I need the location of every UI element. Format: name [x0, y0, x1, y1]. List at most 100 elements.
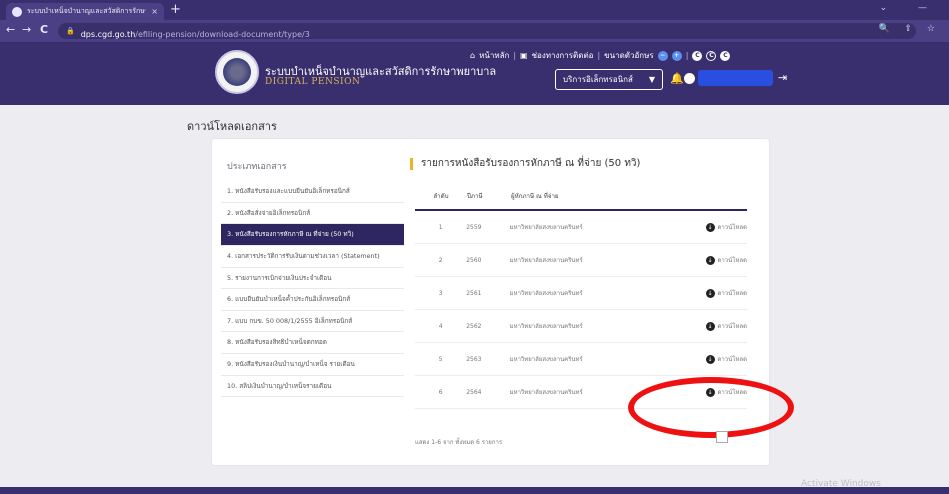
col-header-year: ปีภาษี	[467, 193, 483, 200]
browser-tab[interactable]: ระบบบำเหน็จบำนาญและสวัสดิการรักษาพยาบาล …	[6, 3, 164, 20]
download-icon: ↓	[705, 288, 715, 298]
table-row: 3 2561 มหาวิทยาลัยสงขลานครินทร์ ↓ ดาวน์โหลด	[415, 277, 747, 310]
cell-no: 6	[438, 388, 443, 396]
contrast-yellow-icon[interactable]: C	[720, 50, 731, 61]
back-icon[interactable]: ←	[6, 23, 15, 36]
cell-year: 2563	[466, 355, 482, 363]
sidebar-item[interactable]: 4. เอกสารประวัติการรับเงินตามช่วงเวลา (S…	[221, 246, 404, 268]
home-link[interactable]: หน้าหลัก	[479, 49, 509, 62]
link-separator: |	[513, 51, 517, 60]
download-button[interactable]: ↓ ดาวน์โหลด	[652, 288, 748, 298]
link-separator: |	[597, 51, 601, 60]
table-header: ลำดับ ปีภาษี ผู้หักภาษี ณ ที่จ่าย	[415, 183, 747, 211]
browser-address-bar: ← → C 🔒 dps.cgd.go.th/efiling-pension/do…	[0, 20, 949, 42]
cell-no: 4	[438, 322, 443, 330]
table-row: 4 2562 มหาวิทยาลัยสงขลานครินทร์ ↓ ดาวน์โหลด	[415, 310, 747, 343]
browser-toolbar-icons[interactable]: 🔍 ⇪ ☆	[878, 24, 941, 34]
font-decrease-icon[interactable]: −	[657, 50, 668, 61]
contact-icon: ▣	[520, 51, 528, 60]
bell-icon[interactable]: 🔔	[670, 72, 684, 85]
cell-year: 2564	[466, 388, 482, 396]
cell-payer: มหาวิทยาลัยสงขลานครินทร์	[509, 389, 583, 396]
cell-year: 2560	[466, 256, 482, 264]
cell-year: 2559	[466, 223, 482, 231]
sidebar-item[interactable]: 8. หนังสือรับรองสิทธิบำเหน็จตกทอด	[221, 332, 404, 355]
logout-icon[interactable]: ⇥	[778, 71, 787, 84]
download-button[interactable]: ↓ ดาวน์โหลด	[652, 321, 748, 331]
download-icon: ↓	[705, 321, 715, 331]
url-field[interactable]: 🔒 dps.cgd.go.th/efiling-pension/download…	[58, 23, 916, 39]
eservice-label: บริการอิเล็กทรอนิกส์	[563, 75, 633, 84]
cell-year: 2561	[466, 289, 482, 297]
new-tab-button[interactable]: +	[170, 2, 181, 17]
chevron-down-icon: ▼	[648, 75, 655, 84]
font-increase-icon[interactable]: +	[671, 50, 682, 61]
sidebar-item[interactable]: 6. แบบยืนยันบำเหน็จค้ำประกันอิเล็กทรอนิก…	[221, 289, 404, 311]
table-row: 1 2559 มหาวิทยาลัยสงขลานครินทร์ ↓ ดาวน์โหลด	[415, 211, 747, 244]
sidebar-item[interactable]: 10. สลิปเงินบำนาญ/บำเหน็จรายเดือน	[221, 376, 404, 398]
contrast-normal-icon[interactable]: C	[692, 50, 703, 61]
certificate-table: ลำดับ ปีภาษี ผู้หักภาษี ณ ที่จ่าย 1 2559 ม…	[415, 183, 747, 409]
small-checkbox[interactable]	[716, 431, 728, 443]
top-links: ⌂ หน้าหลัก | ▣ ช่องทางการติดต่อ | ขนาดตั…	[470, 49, 731, 62]
tab-close-icon[interactable]: ×	[151, 7, 158, 16]
sidebar-item[interactable]: 1. หนังสือรับรองและแบบยืนยันอิเล็กทรอนิก…	[221, 181, 404, 203]
user-icon	[684, 73, 695, 84]
url-path: /efiling-pension/download-document/type/…	[135, 29, 310, 39]
contact-link[interactable]: ช่องทางการติดต่อ	[532, 49, 594, 62]
download-icon: ↓	[705, 222, 715, 232]
sidebar-item[interactable]: 7. แบบ กบข. 50 008/1/2555 อิเล็กทรอนิกส์	[221, 311, 404, 333]
download-button[interactable]: ↓ ดาวน์โหลด	[652, 255, 748, 265]
cell-payer: มหาวิทยาลัยสงขลานครินทร์	[509, 290, 583, 297]
home-icon: ⌂	[470, 51, 476, 60]
cell-no: 2	[438, 256, 443, 264]
link-separator: |	[685, 51, 689, 60]
sidebar-item[interactable]: 2. หนังสือสั่งจ่ายอิเล็กทรอนิกส์	[221, 203, 404, 225]
cell-payer: มหาวิทยาลัยสงขลานครินทร์	[509, 257, 583, 264]
cell-payer: มหาวิทยาลัยสงขลานครินทร์	[509, 323, 583, 330]
sidebar-item[interactable]: 5. รายงานการเบิกจ่ายเงินประจำเดือน	[221, 268, 404, 290]
sidebar-item[interactable]: 9. หนังสือรับรองเงินบำนาญ/บำเหน็จ รายเดื…	[221, 354, 404, 376]
site-header: ระบบบำเหน็จบำนาญและสวัสดิการรักษาพยาบาล …	[0, 42, 949, 105]
font-size-label: ขนาดตัวอักษร	[604, 51, 654, 60]
table-row: 2 2560 มหาวิทยาลัยสงขลานครินทร์ ↓ ดาวน์โหลด	[415, 244, 747, 277]
emblem-logo[interactable]	[215, 50, 259, 94]
download-icon: ↓	[705, 354, 715, 364]
tab-title: ระบบบำเหน็จบำนาญและสวัสดิการรักษาพยาบาล	[27, 7, 146, 15]
sidebar-heading: ประเภทเอกสาร	[227, 162, 287, 172]
col-header-no: ลำดับ	[433, 193, 449, 200]
url-host: dps.cgd.go.th	[80, 29, 136, 39]
col-header-payer: ผู้หักภาษี ณ ที่จ่าย	[511, 193, 559, 200]
cell-no: 3	[438, 289, 443, 297]
emblem-icon	[223, 58, 251, 86]
download-label: ดาวน์โหลด	[717, 224, 748, 231]
sidebar-item[interactable]: 3. หนังสือรับรองการหักภาษี ณ ที่จ่าย (50…	[221, 224, 404, 246]
activation-watermark: Activate Windows	[801, 479, 881, 489]
table-row: 5 2563 มหาวิทยาลัยสงขลานครินทร์ ↓ ดาวน์โหลด	[415, 343, 747, 376]
cell-year: 2562	[466, 322, 482, 330]
user-name-redacted[interactable]	[698, 70, 773, 86]
site-favicon-icon	[12, 6, 22, 17]
download-label: ดาวน์โหลด	[717, 323, 748, 330]
pagination-info: แสดง 1-6 จาก ทั้งหมด 6 รายการ	[415, 439, 503, 446]
window-controls[interactable]: ⌄ —	[880, 3, 941, 13]
contrast-dark-icon[interactable]: C	[706, 50, 717, 61]
download-button[interactable]: ↓ ดาวน์โหลด	[652, 354, 747, 364]
forward-icon[interactable]: →	[22, 23, 31, 36]
page-title: ดาวน์โหลดเอกสาร	[187, 120, 277, 133]
cell-payer: มหาวิทยาลัยสงขลานครินทร์	[509, 224, 583, 231]
download-button[interactable]: ↓ ดาวน์โหลด	[652, 222, 748, 232]
lock-icon: 🔒	[66, 27, 75, 35]
download-label: ดาวน์โหลด	[717, 290, 748, 297]
highlight-circle	[628, 377, 794, 438]
cell-no: 5	[438, 355, 443, 363]
browser-tabbar: ระบบบำเหน็จบำนาญและสวัสดิการรักษาพยาบาล …	[0, 0, 949, 20]
cell-no: 1	[438, 223, 443, 231]
download-label: ดาวน์โหลด	[717, 257, 748, 264]
eservice-dropdown[interactable]: บริการอิเล็กทรอนิกส์ ▼	[555, 69, 663, 90]
download-icon: ↓	[705, 255, 715, 265]
reload-icon[interactable]: C	[40, 23, 48, 36]
list-title: รายการหนังสือรับรองการหักภาษี ณ ที่จ่าย …	[410, 158, 640, 170]
site-subtitle: DIGITAL PENSION	[265, 77, 361, 87]
cell-payer: มหาวิทยาลัยสงขลานครินทร์	[509, 356, 583, 363]
